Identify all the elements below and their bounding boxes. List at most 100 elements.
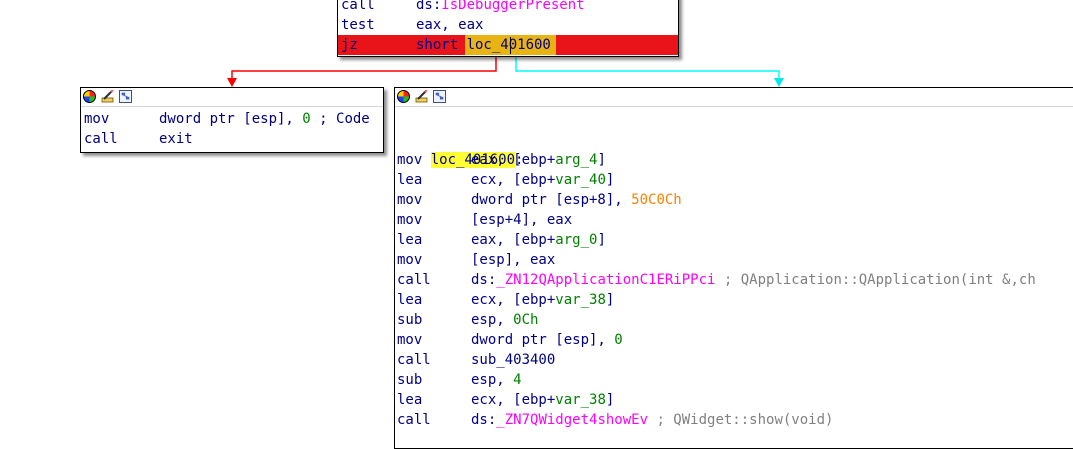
- operand-token[interactable]: ; Code: [311, 111, 370, 127]
- instruction-line[interactable]: call sub_403400: [397, 350, 1073, 370]
- operand-token[interactable]: ]: [597, 152, 605, 168]
- mnemonic: lea: [397, 392, 423, 408]
- operands: dword ptr [esp], 0 ; Code: [159, 109, 370, 129]
- operand-token[interactable]: ; QWidget::show(void): [648, 412, 833, 428]
- instruction-line[interactable]: mov eax, [ebp+arg_4]: [397, 150, 1073, 170]
- operand-token[interactable]: loc_401600: [467, 37, 551, 53]
- mnemonic: mov: [397, 252, 423, 268]
- operand-token[interactable]: [esp], eax: [471, 252, 555, 268]
- operand-token[interactable]: dword ptr [esp],: [471, 332, 614, 348]
- instruction-line[interactable]: mov dword ptr [esp+8], 50C0Ch: [397, 190, 1073, 210]
- operand-token[interactable]: IsDebuggerPresent: [441, 0, 584, 13]
- false-branch-arrowhead: [227, 78, 237, 87]
- true-branch-arrowhead: [774, 78, 784, 87]
- operand-token[interactable]: [esp+4], eax: [471, 212, 572, 228]
- operand-token[interactable]: 0: [614, 332, 622, 348]
- operand-token[interactable]: dword ptr [esp],: [159, 111, 302, 127]
- instruction-line[interactable]: call exit: [84, 129, 383, 149]
- node-color-icon[interactable]: [397, 90, 410, 103]
- operand-token[interactable]: var_38: [555, 392, 606, 408]
- instruction-line[interactable]: lea eax, [ebp+arg_0]: [397, 230, 1073, 250]
- graph-overview-icon[interactable]: [119, 90, 132, 103]
- operand-token[interactable]: exit: [159, 131, 193, 147]
- operands: [esp], eax: [471, 250, 555, 270]
- instruction-line[interactable]: lea ecx, [ebp+var_38]: [397, 390, 1073, 410]
- operand-token[interactable]: 4: [513, 372, 521, 388]
- operand-token[interactable]: 50C0Ch: [631, 192, 682, 208]
- operand-token[interactable]: ]: [606, 392, 614, 408]
- operands: ds:_ZN7QWidget4showEv ; QWidget::show(vo…: [471, 410, 833, 430]
- operand-token[interactable]: ; QApplication::QApplication(int &,ch: [715, 272, 1036, 288]
- node-header: [395, 88, 1073, 107]
- instruction-line[interactable]: lea ecx, [ebp+var_40]: [397, 170, 1073, 190]
- operands: ecx, [ebp+var_38]: [471, 290, 614, 310]
- operand-token[interactable]: ]: [606, 172, 614, 188]
- instruction-line[interactable]: sub esp, 4: [397, 370, 1073, 390]
- operands: ds:IsDebuggerPresent: [416, 0, 585, 15]
- instruction-line[interactable]: lea ecx, [ebp+var_38]: [397, 290, 1073, 310]
- operand-token[interactable]: sub_403400: [471, 352, 555, 368]
- instruction-line[interactable]: call ds:IsDebuggerPresent: [341, 0, 678, 15]
- operand-token[interactable]: eax, eax: [416, 17, 483, 33]
- mnemonic: mov: [397, 192, 423, 208]
- operand-token[interactable]: arg_4: [555, 152, 597, 168]
- operand-token[interactable]: ds:: [471, 412, 496, 428]
- operand-token[interactable]: _ZN7QWidget4showEv: [496, 412, 648, 428]
- mnemonic: sub: [397, 312, 423, 328]
- operands: eax, [ebp+arg_0]: [471, 230, 606, 250]
- operand-token[interactable]: 0: [302, 111, 310, 127]
- instruction-line[interactable]: mov dword ptr [esp], 0: [397, 330, 1073, 350]
- operand-token[interactable]: 0Ch: [513, 312, 538, 328]
- operand-token[interactable]: short: [416, 37, 467, 53]
- operand-token[interactable]: var_40: [555, 172, 606, 188]
- node-header: [81, 88, 383, 107]
- mnemonic: mov: [397, 212, 423, 228]
- rename-icon[interactable]: [415, 90, 428, 103]
- rename-icon[interactable]: [101, 90, 114, 103]
- mnemonic: lea: [397, 232, 423, 248]
- operand-token[interactable]: eax, [ebp+: [471, 152, 555, 168]
- mnemonic: mov: [84, 111, 110, 127]
- operand-token[interactable]: _ZN12QApplicationC1ERiPPci: [496, 272, 715, 288]
- instruction-line[interactable]: test eax, eax: [341, 15, 678, 35]
- loc-401600-code-block[interactable]: loc_401600: mov eax, [ebp+arg_4] lea ecx, […: [394, 87, 1073, 449]
- operands: dword ptr [esp], 0: [471, 330, 623, 350]
- operand-token[interactable]: var_38: [555, 292, 606, 308]
- operand-token[interactable]: ds:: [471, 272, 496, 288]
- exit-code-block[interactable]: mov dword ptr [esp], 0 ; Code call exit: [80, 87, 384, 153]
- mnemonic: call: [84, 131, 118, 147]
- instruction-line[interactable]: mov [esp+4], eax: [397, 210, 1073, 230]
- true-branch-edge: [515, 56, 780, 84]
- operand-token[interactable]: ]: [606, 292, 614, 308]
- operand-token[interactable]: arg_0: [555, 232, 597, 248]
- mnemonic: sub: [397, 372, 423, 388]
- operands: esp, 4: [471, 370, 522, 390]
- operands: ds:_ZN12QApplicationC1ERiPPci ; QApplica…: [471, 270, 1036, 290]
- mnemonic: lea: [397, 172, 423, 188]
- mnemonic: jz: [341, 37, 358, 53]
- operand-token[interactable]: ecx, [ebp+: [471, 292, 555, 308]
- operand-token[interactable]: eax, [ebp+: [471, 232, 555, 248]
- operand-token[interactable]: esp,: [471, 372, 513, 388]
- instruction-line[interactable]: call ds:_ZN12QApplicationC1ERiPPci ; QApp…: [397, 270, 1073, 290]
- operand-token[interactable]: ecx, [ebp+: [471, 392, 555, 408]
- operands: ecx, [ebp+var_38]: [471, 390, 614, 410]
- top-code-block[interactable]: call ds:IsDebuggerPresent test eax, eax jz sh…: [337, 0, 679, 57]
- block-label[interactable]: loc_401600:: [397, 130, 523, 168]
- instruction-line[interactable]: sub esp, 0Ch: [397, 310, 1073, 330]
- operands: dword ptr [esp+8], 50C0Ch: [471, 190, 682, 210]
- operand-token[interactable]: ecx, [ebp+: [471, 172, 555, 188]
- operands: sub_403400: [471, 350, 555, 370]
- operand-token[interactable]: ]: [597, 232, 605, 248]
- instruction-line[interactable]: mov dword ptr [esp], 0 ; Code: [84, 109, 383, 129]
- operand-token[interactable]: ds:: [416, 0, 441, 13]
- operands: eax, eax: [416, 15, 483, 35]
- graph-overview-icon[interactable]: [433, 90, 446, 103]
- instruction-line[interactable]: mov [esp], eax: [397, 250, 1073, 270]
- mnemonic: call: [397, 272, 431, 288]
- operand-token[interactable]: esp,: [471, 312, 513, 328]
- operand-token[interactable]: dword ptr [esp+8],: [471, 192, 631, 208]
- mnemonic: call: [397, 412, 431, 428]
- node-color-icon[interactable]: [83, 90, 96, 103]
- instruction-line[interactable]: call ds:_ZN7QWidget4showEv ; QWidget::sho…: [397, 410, 1073, 430]
